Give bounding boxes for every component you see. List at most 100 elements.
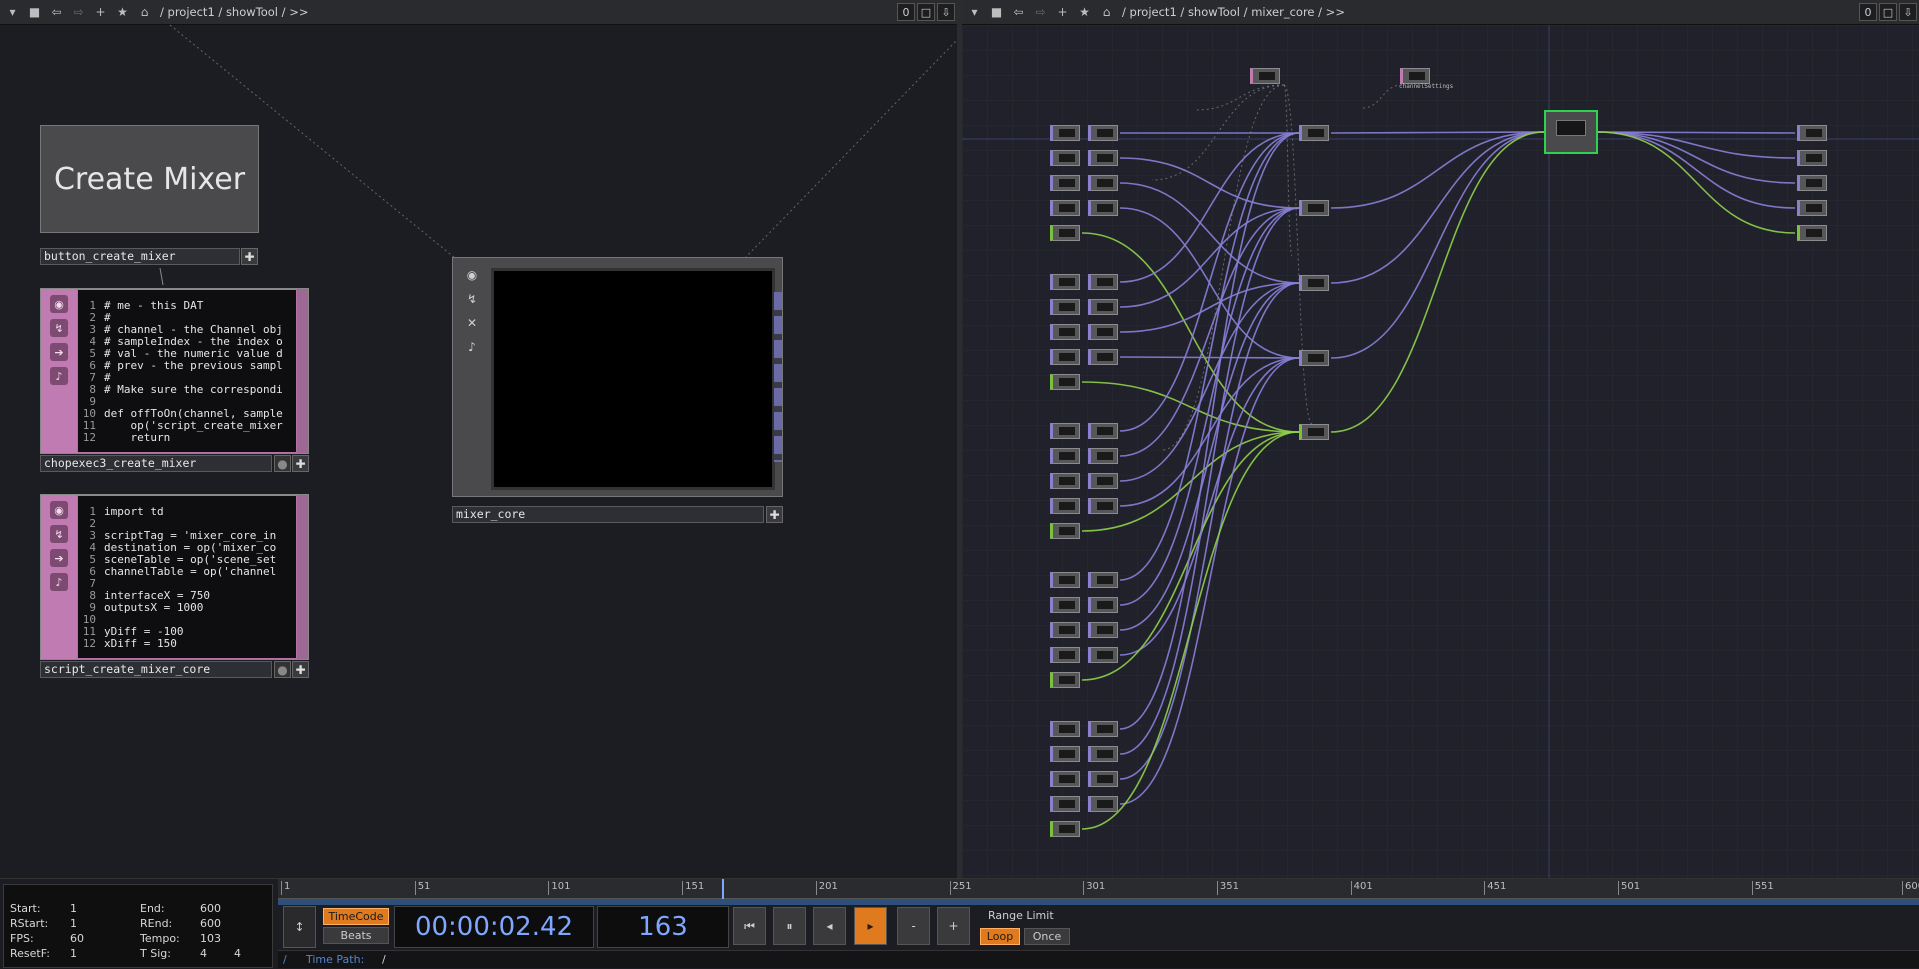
level-node[interactable] [1088, 175, 1118, 191]
node-plus-icon[interactable]: ✚ [292, 455, 309, 472]
input-node[interactable] [1050, 771, 1080, 787]
wrench-icon[interactable]: ♪ [50, 573, 68, 591]
input-node[interactable] [1050, 647, 1080, 663]
level-node[interactable] [1088, 572, 1118, 588]
merge-node[interactable] [1299, 424, 1329, 440]
end-value[interactable]: 600 [200, 902, 221, 915]
timeline-ruler[interactable]: 151101151201251301351401451501551600 [278, 879, 1919, 899]
input-node[interactable] [1050, 150, 1080, 166]
time-path-bar[interactable]: / Time Path: / [278, 950, 1919, 968]
right-network-pane[interactable]: ▾ ■ ⇦ ⇨ + ★ ⌂ / project1 / showTool / mi… [962, 0, 1919, 878]
output-node[interactable] [1797, 125, 1827, 141]
level-node[interactable] [1088, 796, 1118, 812]
timecode-toggle[interactable]: TimeCode [323, 908, 389, 925]
input-node[interactable] [1050, 622, 1080, 638]
loop-button[interactable]: Loop [980, 928, 1020, 945]
input-node[interactable] [1050, 572, 1080, 588]
pause-icon[interactable]: ⏸ [773, 907, 806, 945]
level-node[interactable] [1088, 473, 1118, 489]
merge-node[interactable] [1299, 275, 1329, 291]
input-node[interactable] [1050, 746, 1080, 762]
level-node[interactable] [1088, 647, 1118, 663]
chopexec-dat-node[interactable]: ◉ ↯ ➔ ♪ 1 # me - this DAT 2 #3 # channel - t… [40, 288, 309, 454]
wrench-icon[interactable]: ♪ [463, 338, 481, 356]
mixer-core-viewer-node[interactable]: ◉ ↯ ✕ ♪ [452, 257, 783, 497]
timeline-expand-icon[interactable]: ↕ [283, 906, 316, 948]
level-node[interactable] [1088, 150, 1118, 166]
level-node[interactable] [1088, 498, 1118, 514]
arrow-icon[interactable]: ➔ [50, 343, 68, 361]
input-node[interactable] [1050, 498, 1080, 514]
input-node-green[interactable] [1050, 821, 1080, 837]
arrow-icon[interactable]: ➔ [50, 549, 68, 567]
step-back-icon[interactable]: ◂ [813, 907, 846, 945]
bypass-icon[interactable]: ↯ [50, 319, 68, 337]
merge-node[interactable] [1299, 125, 1329, 141]
merge-node[interactable] [1299, 200, 1329, 216]
left-network-pane[interactable]: ▾ ■ ⇦ ⇨ + ★ ⌂ / project1 / showTool / >>… [0, 0, 957, 878]
tsig-b[interactable]: 4 [234, 947, 241, 960]
input-node-green[interactable] [1050, 225, 1080, 241]
merge-node[interactable] [1299, 350, 1329, 366]
level-node[interactable] [1088, 349, 1118, 365]
minus-icon[interactable]: - [897, 907, 930, 945]
tempo-value[interactable]: 103 [200, 932, 221, 945]
rstart-value[interactable]: 1 [70, 917, 77, 930]
level-node[interactable] [1088, 448, 1118, 464]
viewer-icon[interactable]: ◉ [50, 295, 68, 313]
input-node[interactable] [1050, 796, 1080, 812]
input-node[interactable] [1050, 125, 1080, 141]
node-plus-icon[interactable]: ✚ [766, 506, 783, 523]
selected-composite-node[interactable] [1544, 110, 1598, 154]
input-node[interactable] [1050, 721, 1080, 737]
once-button[interactable]: Once [1024, 928, 1070, 945]
output-node[interactable] [1797, 150, 1827, 166]
start-value[interactable]: 1 [70, 902, 77, 915]
level-node[interactable] [1088, 299, 1118, 315]
level-node[interactable] [1088, 274, 1118, 290]
input-node[interactable] [1050, 274, 1080, 290]
rend-value[interactable]: 600 [200, 917, 221, 930]
level-node[interactable] [1088, 746, 1118, 762]
output-node[interactable] [1797, 175, 1827, 191]
tsig-a[interactable]: 4 [200, 947, 207, 960]
level-node[interactable] [1088, 324, 1118, 340]
input-node[interactable] [1050, 597, 1080, 613]
close-icon[interactable]: ✕ [463, 314, 481, 332]
node-plus-icon[interactable]: ✚ [292, 661, 309, 678]
script-node[interactable] [1250, 68, 1280, 84]
create-mixer-button-node[interactable]: Create Mixer [40, 125, 259, 233]
viewer-icon[interactable]: ◉ [463, 266, 481, 284]
input-node[interactable] [1050, 448, 1080, 464]
input-node[interactable] [1050, 324, 1080, 340]
fps-value[interactable]: 60 [70, 932, 84, 945]
play-icon[interactable]: ▸ [854, 907, 887, 945]
timeline-range-bar[interactable] [278, 899, 1919, 905]
script-dat-node[interactable]: ◉ ↯ ➔ ♪ 1 import td 2 3 scriptTag = 'mixer_c… [40, 494, 309, 660]
node-plus-icon[interactable]: ✚ [241, 248, 258, 265]
input-node-green[interactable] [1050, 374, 1080, 390]
resetf-value[interactable]: 1 [70, 947, 77, 960]
table-node[interactable] [1400, 68, 1430, 84]
rewind-icon[interactable]: ⏮ [733, 907, 766, 945]
time-display[interactable]: 00:00:02.42 [394, 906, 594, 948]
level-node[interactable] [1088, 622, 1118, 638]
beats-toggle[interactable]: Beats [323, 927, 389, 944]
viewer-node-name[interactable]: mixer_core [452, 506, 764, 523]
level-node[interactable] [1088, 721, 1118, 737]
plus-icon[interactable]: + [937, 907, 970, 945]
level-node[interactable] [1088, 125, 1118, 141]
bypass-icon[interactable]: ↯ [50, 525, 68, 543]
frame-display[interactable]: 163 [597, 906, 729, 948]
input-node-green[interactable] [1050, 672, 1080, 688]
input-node[interactable] [1050, 299, 1080, 315]
dot-icon[interactable]: ● [274, 661, 291, 678]
button-node-name[interactable]: button_create_mixer [40, 248, 240, 265]
level-node[interactable] [1088, 423, 1118, 439]
wrench-icon[interactable]: ♪ [50, 367, 68, 385]
input-node[interactable] [1050, 349, 1080, 365]
input-node[interactable] [1050, 423, 1080, 439]
input-node[interactable] [1050, 175, 1080, 191]
input-node[interactable] [1050, 200, 1080, 216]
bypass-icon[interactable]: ↯ [463, 290, 481, 308]
